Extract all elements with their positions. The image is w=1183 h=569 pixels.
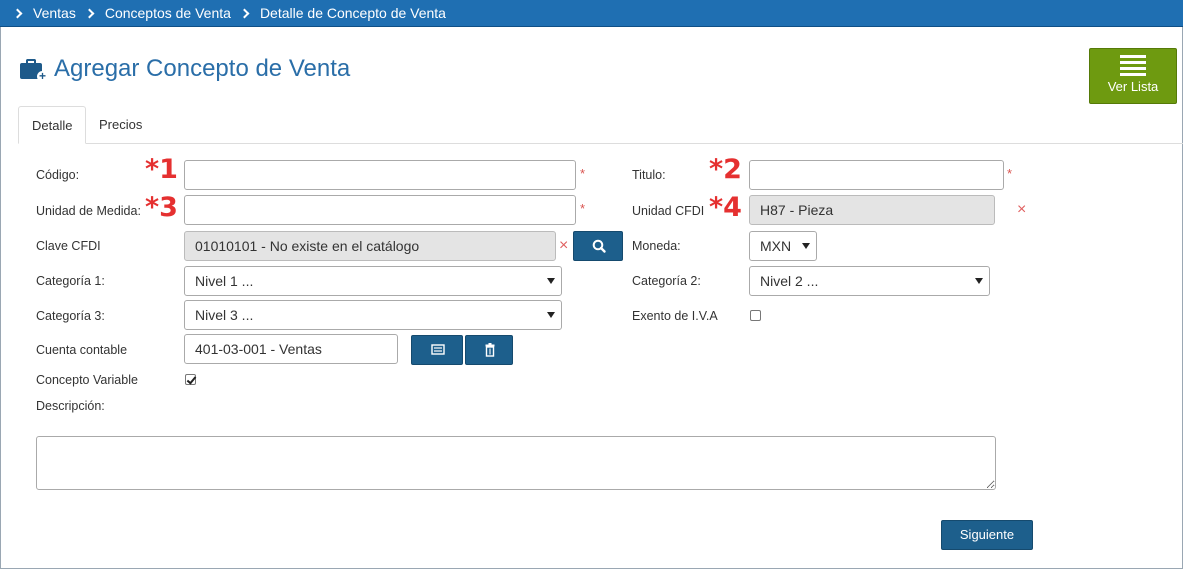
annotation-3: *3 xyxy=(145,192,178,223)
moneda-label: Moneda: xyxy=(632,239,681,253)
codigo-required-mark: * xyxy=(580,166,586,181)
page-header: + Agregar Concepto de Venta xyxy=(20,55,350,83)
titulo-input[interactable] xyxy=(749,160,1004,190)
annotation-1: *1 xyxy=(145,154,178,185)
breadcrumb-item-detalle[interactable]: Detalle de Concepto de Venta xyxy=(239,5,446,21)
unidad-medida-required-mark: * xyxy=(580,201,586,216)
delete-cuenta-button[interactable] xyxy=(465,335,513,365)
categoria3-selected-value: Nivel 3 ... xyxy=(195,307,254,323)
tab-bar: Detalle Precios xyxy=(18,106,1183,144)
caret-down-icon xyxy=(975,278,983,284)
clear-unidad-cfdi-icon[interactable]: × xyxy=(1017,201,1026,219)
briefcase-add-icon: + xyxy=(20,58,48,82)
concepto-variable-checkbox[interactable] xyxy=(185,374,196,385)
categoria2-select[interactable]: Nivel 2 ... xyxy=(749,266,990,296)
categoria3-label: Categoría 3: xyxy=(36,309,105,323)
categoria1-selected-value: Nivel 1 ... xyxy=(195,273,254,289)
unidad-medida-label: Unidad de Medida: xyxy=(36,204,141,218)
descripcion-label: Descripción: xyxy=(36,399,105,413)
concepto-variable-label: Concepto Variable xyxy=(36,373,138,387)
moneda-selected-value: MXN xyxy=(760,238,792,254)
annotation-2: *2 xyxy=(709,154,742,185)
caret-down-icon xyxy=(547,312,555,318)
categoria1-select[interactable]: Nivel 1 ... xyxy=(184,266,562,296)
exento-iva-checkbox[interactable] xyxy=(750,310,761,321)
unidad-medida-input[interactable] xyxy=(184,195,576,225)
clear-clave-cfdi-icon[interactable]: × xyxy=(559,237,568,255)
tab-precios[interactable]: Precios xyxy=(86,106,155,144)
clave-cfdi-label: Clave CFDI xyxy=(36,239,101,253)
chevron-right-icon xyxy=(84,8,95,18)
page-title: Agregar Concepto de Venta xyxy=(54,55,351,82)
cuenta-contable-label: Cuenta contable xyxy=(36,343,128,357)
categoria2-label: Categoría 2: xyxy=(632,274,701,288)
moneda-select[interactable]: MXN xyxy=(749,231,817,261)
select-cuenta-button[interactable] xyxy=(411,335,463,365)
search-clave-cfdi-button[interactable] xyxy=(573,231,623,261)
codigo-input[interactable] xyxy=(184,160,576,190)
descripcion-textarea[interactable] xyxy=(36,436,996,490)
breadcrumb-item-ventas[interactable]: Ventas xyxy=(12,5,76,21)
chevron-right-icon xyxy=(239,8,250,18)
categoria3-select[interactable]: Nivel 3 ... xyxy=(184,300,562,330)
unidad-cfdi-input[interactable]: H87 - Pieza xyxy=(749,195,995,225)
list-icon xyxy=(1120,55,1146,76)
caret-down-icon xyxy=(547,278,555,284)
chevron-right-icon xyxy=(12,8,23,18)
cuenta-contable-input[interactable]: 401-03-001 - Ventas xyxy=(184,334,398,364)
annotation-4: *4 xyxy=(709,192,742,223)
unidad-cfdi-label: Unidad CFDI xyxy=(632,204,705,218)
caret-down-icon xyxy=(802,243,810,249)
breadcrumb: Ventas Conceptos de Venta Detalle de Con… xyxy=(0,0,1183,27)
search-icon xyxy=(592,239,606,253)
ver-lista-label: Ver Lista xyxy=(1107,79,1159,94)
exento-iva-label: Exento de I.V.A xyxy=(632,309,718,323)
breadcrumb-item-conceptos[interactable]: Conceptos de Venta xyxy=(84,5,231,21)
clave-cfdi-input[interactable]: 01010101 - No existe en el catálogo xyxy=(184,231,556,261)
codigo-label: Código: xyxy=(36,168,80,182)
ver-lista-button[interactable]: Ver Lista xyxy=(1089,48,1177,104)
tab-detalle[interactable]: Detalle xyxy=(18,106,87,144)
categoria1-label: Categoría 1: xyxy=(36,274,105,288)
list-alt-icon xyxy=(431,344,445,355)
titulo-required-mark: * xyxy=(1007,166,1013,181)
titulo-label: Titulo: xyxy=(632,168,666,182)
categoria2-selected-value: Nivel 2 ... xyxy=(760,273,819,289)
siguiente-button[interactable]: Siguiente xyxy=(941,520,1033,550)
trash-icon xyxy=(485,343,495,357)
